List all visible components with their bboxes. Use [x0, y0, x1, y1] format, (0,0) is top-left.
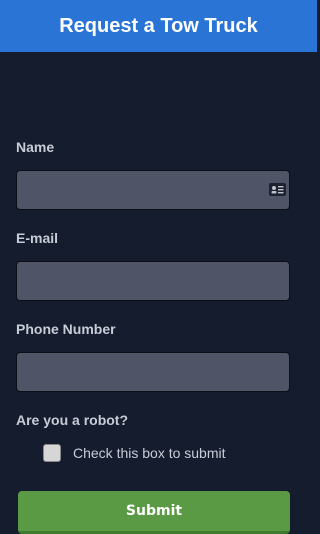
robot-question-label: Are you a robot? — [16, 412, 129, 428]
submit-button[interactable]: Submit — [18, 491, 290, 534]
email-label: E-mail — [16, 230, 59, 246]
robot-check-row[interactable]: Check this box to submit — [43, 444, 226, 462]
contact-card-icon[interactable] — [269, 183, 286, 196]
name-field[interactable] — [16, 170, 290, 210]
header-bar: Request a Tow Truck — [0, 0, 317, 52]
page-title: Request a Tow Truck — [59, 14, 258, 37]
phone-label: Phone Number — [16, 321, 116, 337]
name-input[interactable] — [17, 171, 289, 209]
email-input[interactable] — [17, 262, 289, 300]
phone-input[interactable] — [17, 353, 289, 391]
robot-checkbox-label[interactable]: Check this box to submit — [73, 445, 226, 461]
name-label: Name — [16, 139, 55, 155]
robot-checkbox[interactable] — [43, 444, 61, 462]
phone-field[interactable] — [16, 352, 290, 392]
email-field[interactable] — [16, 261, 290, 301]
